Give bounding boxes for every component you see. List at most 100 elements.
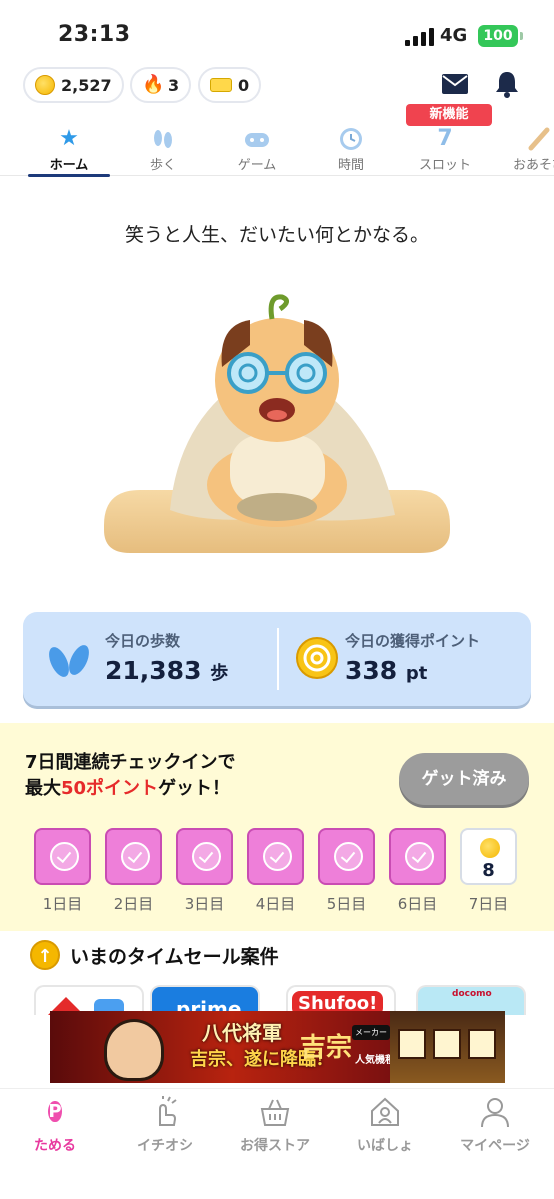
steps-value: 21,383 歩 <box>105 656 228 685</box>
tab-game[interactable]: ゲーム <box>214 124 300 176</box>
flame-icon: 🔥 <box>142 74 165 95</box>
ticket-icon <box>210 78 232 92</box>
tab-label: スロット <box>418 158 471 173</box>
checkin-day: 5日目 <box>318 828 375 914</box>
coin-icon <box>35 75 55 95</box>
day-label: 3日目 <box>184 895 225 913</box>
new-feature-badge: 新機能 <box>406 104 492 126</box>
tab-play[interactable]: おあそび <box>496 124 554 176</box>
home-icon <box>371 1097 399 1126</box>
tab-walk[interactable]: 歩く <box>120 124 206 176</box>
checkin-day: 4日目 <box>247 828 304 914</box>
nav-label: ためる <box>34 1138 76 1154</box>
gamepad-icon <box>243 126 271 152</box>
clock-time: 23:13 <box>58 22 131 47</box>
bell-icon[interactable] <box>493 70 521 98</box>
day-label: 4日目 <box>255 895 296 913</box>
day-label: 7日目 <box>468 895 509 913</box>
checkin-title-line2: 最大50ポイントゲット！ <box>25 776 236 802</box>
points-label: 今日の獲得ポイント <box>345 632 481 650</box>
nav-mypage[interactable]: マイページ <box>440 1095 550 1155</box>
ad-brand: 吉宗 <box>300 1033 353 1063</box>
star-icon: ★ <box>59 126 79 151</box>
points-value: 338 pt <box>345 656 427 685</box>
claimed-button[interactable]: ゲット済み <box>399 753 529 805</box>
check-icon <box>192 842 221 871</box>
p-point-icon: P <box>48 1101 62 1122</box>
daily-stats-card[interactable]: 今日の歩数 21,383 歩 今日の獲得ポイント 338 pt <box>23 612 531 706</box>
ad-maker-tag: メーカー <box>352 1025 390 1040</box>
mail-icon[interactable] <box>441 73 469 95</box>
day-label: 5日目 <box>326 895 367 913</box>
top-tab-bar: ★ ホーム 歩く ゲーム 時間 7 スロット おあそび <box>0 124 554 177</box>
steps-number: 21,383 <box>105 656 202 685</box>
day-stamp <box>318 828 375 885</box>
checkin-day: 1日目 <box>34 828 91 914</box>
tab-label: おあそび <box>512 158 554 173</box>
day-stamp-next: 8 <box>460 828 517 885</box>
day-reward: 8 <box>482 860 495 881</box>
tab-label: 歩く <box>149 158 176 173</box>
ticket-pill[interactable]: 0 <box>198 67 262 103</box>
nav-ichioshi[interactable]: イチオシ <box>110 1095 220 1155</box>
checkin-day: 6日目 <box>389 828 446 914</box>
coin-balance-pill[interactable]: 2,527 <box>23 67 124 103</box>
checkin-section: 7日間連続チェックインで 最大50ポイントゲット！ ゲット済み 1日目 2日目 … <box>0 723 554 931</box>
slot-reel <box>468 1029 496 1059</box>
day-stamp <box>34 828 91 885</box>
nav-ibasho[interactable]: いばしょ <box>330 1095 440 1155</box>
battery-cap <box>520 32 523 40</box>
ad-headline: 八代将軍 <box>202 1021 282 1045</box>
signal-icon <box>405 28 434 46</box>
steps-label: 今日の歩数 <box>105 632 181 650</box>
tab-time[interactable]: 時間 <box>308 124 394 176</box>
tab-home[interactable]: ★ ホーム <box>26 124 112 177</box>
checkin-title-suffix: ゲット！ <box>158 778 231 799</box>
checkin-day-next: 8 7日目 <box>460 828 517 914</box>
streak-pill[interactable]: 🔥 3 <box>130 67 192 103</box>
tab-label: ゲーム <box>237 158 277 173</box>
check-icon <box>334 842 363 871</box>
stats-divider <box>277 628 279 690</box>
checkin-title-highlight: 50ポイント <box>61 778 159 799</box>
nav-label: いばしょ <box>357 1138 413 1154</box>
nav-store[interactable]: お得ストア <box>220 1095 330 1155</box>
tagline: 笑うと人生、だいたい何とかなる。 <box>124 224 429 246</box>
day-label: 2日目 <box>113 895 154 913</box>
day-stamp <box>176 828 233 885</box>
sale-card-label: docomo <box>452 989 492 999</box>
checkin-day: 2日目 <box>105 828 162 914</box>
checkin-day: 3日目 <box>176 828 233 914</box>
finger-heart-icon <box>159 1096 177 1126</box>
tab-slot[interactable]: 7 スロット <box>402 124 488 176</box>
person-icon <box>481 1098 509 1128</box>
nav-label: マイページ <box>460 1138 530 1154</box>
nav-tameru[interactable]: P ためる <box>0 1095 110 1155</box>
coin-icon <box>296 637 338 679</box>
ad-popular-tag: 人気機種 <box>355 1055 395 1066</box>
check-icon <box>121 842 150 871</box>
day-label: 1日目 <box>42 895 83 913</box>
footprints-icon <box>49 645 89 677</box>
check-icon <box>405 842 434 871</box>
coin-balance: 2,527 <box>61 75 112 95</box>
day-stamp <box>247 828 304 885</box>
ticket-count: 0 <box>238 75 250 95</box>
shogun-face-illustration <box>104 1019 164 1081</box>
slot-reel <box>398 1029 426 1059</box>
status-bar: 23:13 4G 100 <box>0 0 554 70</box>
check-icon <box>263 842 292 871</box>
bottom-nav: P ためる イチオシ お得ストア いばしょ マイページ <box>0 1088 554 1199</box>
arrow-up-icon: ↑ <box>30 940 60 970</box>
checkin-title: 7日間連続チェックインで 最大50ポイントゲット！ <box>25 750 236 802</box>
ad-banner[interactable]: 八代将軍 吉宗、遂に降臨! 吉宗 メーカー 人気機種 <box>50 1011 505 1083</box>
coin-icon <box>480 838 500 858</box>
checkin-title-line1: 7日間連続チェックインで <box>25 752 236 773</box>
check-icon <box>50 842 79 871</box>
mascot-illustration <box>104 294 450 553</box>
steps-unit: 歩 <box>210 663 229 684</box>
time-sale-title: いまのタイムセール案件 <box>70 945 279 968</box>
streak-count: 3 <box>168 75 180 95</box>
nav-label: お得ストア <box>240 1138 310 1154</box>
slot-seven-icon: 7 <box>437 126 453 151</box>
